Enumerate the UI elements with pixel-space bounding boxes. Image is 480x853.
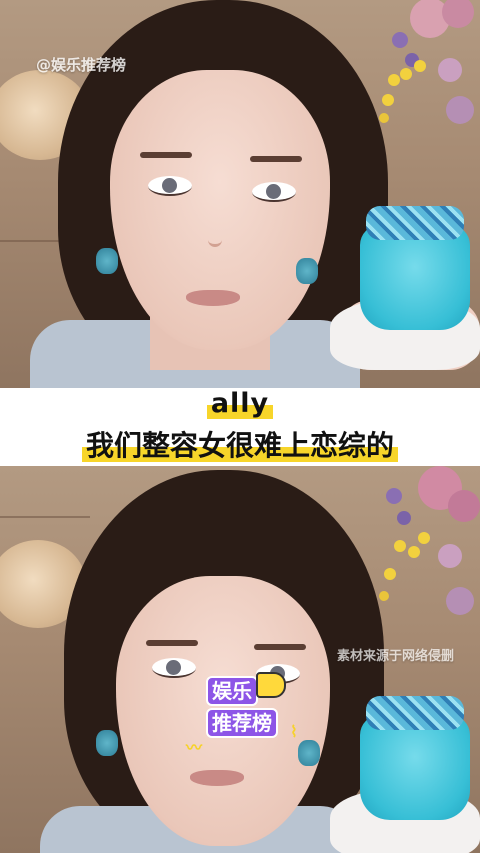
sticker-line-1: 娱乐 [206,676,258,706]
sparkle-icon: ⌇ [290,722,298,741]
caption-name: ally [0,388,480,419]
earring-left [96,730,118,756]
sticker-badge: 娱乐 推荐榜 〰 ⌇ [186,672,310,762]
caption-quote: 我们整容女很难上恋综的 [0,424,480,464]
eye-right [252,182,296,202]
earring-right [296,258,318,284]
lips [186,290,240,306]
eyebrow-right [250,156,302,162]
eyebrow-left [146,640,198,646]
sparkle-icon: 〰 [186,738,203,757]
nose [208,210,222,247]
video-frame-top: @娱乐推荐榜 [0,0,480,388]
earring-left [96,248,118,274]
megaphone-icon [256,672,286,698]
blue-cake [330,190,480,370]
wall-panel-line [0,516,90,518]
lips [190,770,244,786]
blue-cake [330,680,480,853]
eyebrow-right [254,644,306,650]
watermark-top-left: @娱乐推荐榜 [36,56,127,74]
eye-left [148,176,192,196]
sticker-line-2: 推荐榜 [206,708,278,738]
watermark-bottom-right: 素材来源于网络侵删 [336,649,454,664]
eyebrow-left [140,152,192,158]
